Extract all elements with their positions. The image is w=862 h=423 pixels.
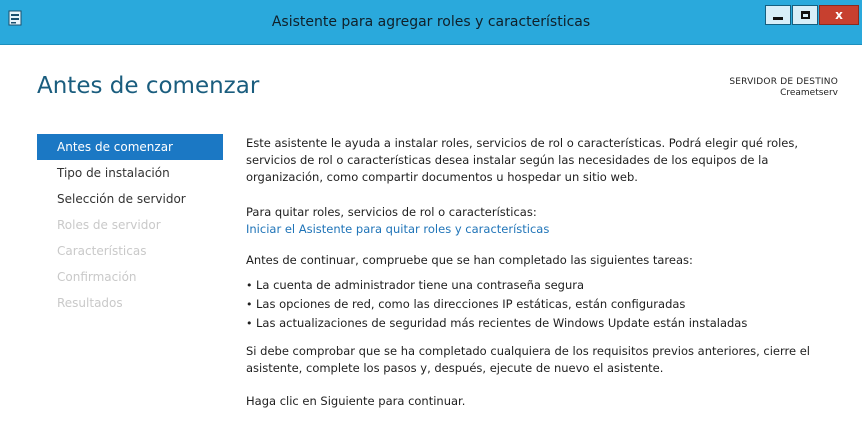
nav-item-before-you-begin[interactable]: Antes de comenzar xyxy=(37,134,223,160)
maximize-icon xyxy=(800,11,810,19)
next-hint-text: Haga clic en Siguiente para continuar. xyxy=(246,394,466,408)
destination-server-label: SERVIDOR DE DESTINO xyxy=(729,77,838,87)
bullet-icon: • xyxy=(246,317,253,330)
nav-item-features: Características xyxy=(57,244,147,258)
bullet-icon: • xyxy=(246,298,253,311)
nav-item-results: Resultados xyxy=(57,296,123,310)
remove-roles-label: Para quitar roles, servicios de rol o ca… xyxy=(246,205,537,219)
nav-item-confirmation: Confirmación xyxy=(57,270,137,284)
nav-item-server-roles: Roles de servidor xyxy=(57,218,161,232)
remove-roles-wizard-link[interactable]: Iniciar el Asistente para quitar roles y… xyxy=(246,222,549,236)
destination-server-name: Creametserv xyxy=(780,88,838,98)
title-bar[interactable]: Asistente para agregar roles y caracterí… xyxy=(0,0,862,45)
window-title: Asistente para agregar roles y caracterí… xyxy=(271,14,591,30)
list-item: • Las opciones de red, como las direccion… xyxy=(246,296,842,315)
task-text: Las actualizaciones de seguridad más rec… xyxy=(256,316,748,330)
task-text: La cuenta de administrador tiene una con… xyxy=(256,278,585,292)
minimize-button[interactable] xyxy=(765,5,791,25)
bullet-icon: • xyxy=(246,279,253,292)
prerequisite-list: • La cuenta de administrador tiene una co… xyxy=(246,277,842,334)
close-icon: x xyxy=(835,8,843,22)
page-title: Antes de comenzar xyxy=(37,73,260,99)
list-item: • La cuenta de administrador tiene una co… xyxy=(246,277,842,296)
tasks-intro-text: Antes de continuar, compruebe que se han… xyxy=(246,253,693,267)
maximize-button[interactable] xyxy=(792,5,818,25)
close-button[interactable]: x xyxy=(819,5,859,25)
task-text: Las opciones de red, como las direccione… xyxy=(256,297,686,311)
minimize-icon xyxy=(773,16,783,20)
list-item: • Las actualizaciones de seguridad más re… xyxy=(246,315,842,334)
main-content: Este asistente le ayuda a instalar roles… xyxy=(246,135,842,410)
nav-item-server-selection[interactable]: Selección de servidor xyxy=(37,186,223,212)
intro-text: Este asistente le ayuda a instalar roles… xyxy=(246,136,799,184)
wizard-steps-nav: Antes de comenzar Tipo de instalación Se… xyxy=(37,134,223,316)
recheck-text: Si debe comprobar que se ha completado c… xyxy=(246,344,810,375)
nav-item-installation-type[interactable]: Tipo de instalación xyxy=(37,160,223,186)
